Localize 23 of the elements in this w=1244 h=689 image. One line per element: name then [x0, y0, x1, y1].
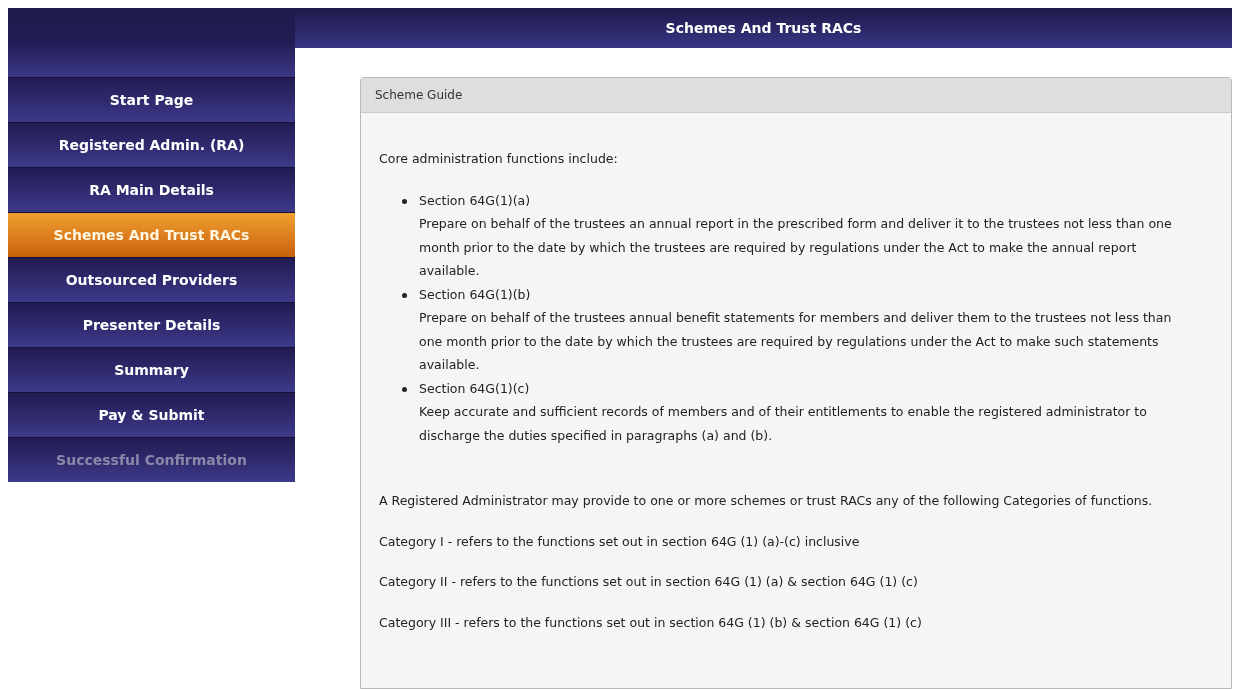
sidebar-item[interactable]: Presenter Details	[8, 302, 295, 347]
bullet-icon	[402, 386, 407, 392]
section-description: Prepare on behalf of the trustees an annual report in the prescribed form and deliver it to the trustees not less than one month prior to the date by which the trustees are required by regulations under the Act to make the annual report available.	[419, 215, 1173, 280]
page-title: Schemes And Trust RACs	[665, 18, 862, 38]
sidebar-item[interactable]: RA Main Details	[8, 167, 295, 212]
intro-text: Core administration functions include:	[379, 150, 619, 168]
panel-title: Scheme Guide	[375, 87, 463, 104]
section-label: Section 64G(1)(b)	[419, 285, 532, 304]
category-text: A Registered Administrator may provide to one or more schemes or trust RACs any of the following Categories of functions.	[379, 492, 1154, 510]
sidebar-item[interactable]: Pay & Submit	[8, 392, 295, 437]
section-label: Section 64G(1)(c)	[419, 379, 531, 398]
sidebar-item[interactable]: Registered Admin. (RA)	[8, 122, 295, 167]
category-text: Category II - refers to the functions set out in section 64G (1) (a) & section 64G (1) (c)	[379, 573, 919, 591]
bullet-icon	[402, 292, 407, 298]
sidebar-item[interactable]: Summary	[8, 347, 295, 392]
bullet-icon	[402, 198, 407, 204]
section-description: Prepare on behalf of the trustees annual benefit statements for members and deliver them to the trustees not less than one month prior to the date by which the trustees are required by regulations under the Act to make such statements available.	[419, 309, 1173, 374]
sidebar-item[interactable]: Outsourced Providers	[8, 257, 295, 302]
category-text: Category III - refers to the functions set out in section 64G (1) (b) & section 64G (1) (c)	[379, 613, 923, 632]
category-text: Category I - refers to the functions set out in section 64G (1) (a)-(c) inclusive	[379, 532, 861, 551]
section-label: Section 64G(1)(a)	[419, 191, 532, 210]
sidebar-item[interactable]: Start Page	[8, 77, 295, 122]
section-description: Keep accurate and sufficient records of members and of their entitlements to enable the registered administrator to discharge the duties specified in paragraphs (a) and (b).	[419, 403, 1148, 445]
